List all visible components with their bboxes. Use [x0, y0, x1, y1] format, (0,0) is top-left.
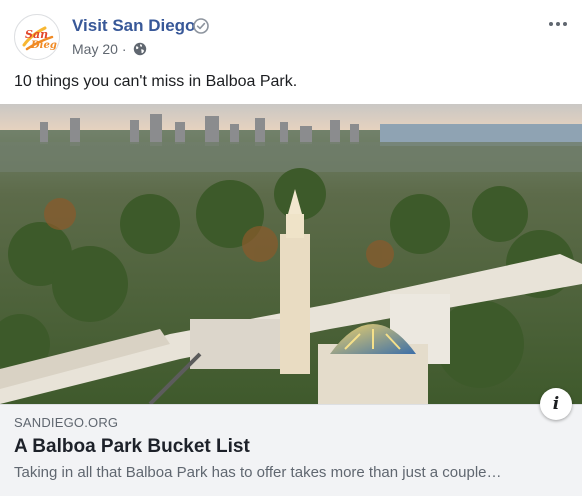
page-avatar[interactable]: San Diego [14, 14, 60, 60]
post-meta: May 20 · [72, 40, 147, 58]
san-diego-logo-icon: San Diego [16, 16, 60, 59]
post-date-link[interactable]: May 20 [72, 40, 118, 58]
facebook-post: San Diego Visit San Diego May 20 · 10 th… [0, 0, 582, 496]
info-icon[interactable]: i [540, 388, 572, 420]
california-tower [280, 234, 310, 374]
link-title[interactable]: A Balboa Park Bucket List [14, 435, 250, 459]
more-dot [549, 22, 553, 26]
post-header: San Diego Visit San Diego May 20 · [14, 12, 574, 62]
post-text: 10 things you can't miss in Balboa Park. [14, 73, 298, 90]
link-domain: SANDIEGO.ORG [14, 415, 119, 430]
globe-icon[interactable] [133, 42, 147, 56]
svg-text:Diego: Diego [30, 40, 60, 51]
more-options-icon[interactable] [546, 16, 570, 32]
meta-separator: · [121, 41, 127, 57]
link-preview-image[interactable] [0, 104, 582, 404]
verified-badge-icon [193, 18, 209, 34]
balboa-park-aerial-photo [0, 104, 582, 404]
link-preview-box[interactable]: SANDIEGO.ORG A Balboa Park Bucket List T… [0, 404, 582, 496]
more-dot [563, 22, 567, 26]
link-description: Taking in all that Balboa Park has to of… [14, 464, 502, 481]
page-name-link[interactable]: Visit San Diego [72, 16, 195, 36]
more-dot [556, 22, 560, 26]
